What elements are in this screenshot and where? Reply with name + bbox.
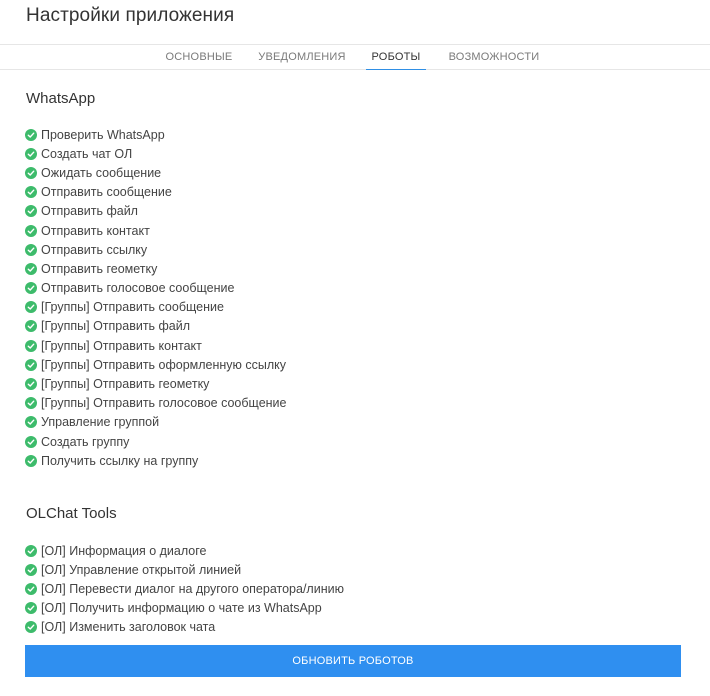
check-circle-icon — [25, 262, 37, 275]
check-circle-icon — [25, 563, 37, 576]
robot-list-item: [Группы] Отправить сообщение — [25, 298, 286, 317]
robot-label: [Группы] Отправить голосовое сообщение — [41, 396, 287, 411]
robot-label: [ОЛ] Информация о диалоге — [41, 543, 207, 558]
check-circle-icon — [25, 186, 37, 199]
robot-list-item: Ожидать сообщение — [25, 163, 286, 182]
check-circle-icon — [25, 454, 37, 467]
robot-label: [ОЛ] Получить информацию о чате из Whats… — [41, 601, 322, 616]
robot-label: [ОЛ] Управление открытой линией — [41, 562, 242, 577]
robot-list-item: [ОЛ] Изменить заголовок чата — [25, 618, 344, 637]
check-circle-icon — [25, 378, 37, 391]
check-circle-icon — [25, 282, 37, 295]
tab-notifications[interactable]: УВЕДОМЛЕНИЯ — [254, 45, 350, 70]
robot-list-item: Управление группой — [25, 413, 286, 432]
robot-label: [Группы] Отправить сообщение — [41, 300, 224, 315]
update-robots-button[interactable]: ОБНОВИТЬ РОБОТОВ — [25, 645, 681, 677]
robot-label: Отправить голосовое сообщение — [41, 281, 235, 296]
robot-label: Создать группу — [41, 434, 130, 449]
tab-robots[interactable]: РОБОТЫ — [366, 45, 426, 70]
tab-features[interactable]: ВОЗМОЖНОСТИ — [443, 45, 545, 70]
check-circle-icon — [25, 128, 37, 141]
robot-label: Проверить WhatsApp — [41, 127, 165, 142]
check-circle-icon — [25, 205, 37, 218]
check-circle-icon — [25, 339, 37, 352]
tabs-bar: ОСНОВНЫЕ УВЕДОМЛЕНИЯ РОБОТЫ ВОЗМОЖНОСТИ — [0, 44, 710, 70]
robot-list-item: Отправить геометку — [25, 259, 286, 278]
check-circle-icon — [25, 397, 37, 410]
robot-list-whatsapp: Проверить WhatsApp Создать чат ОЛ Ожидать … — [25, 125, 286, 470]
check-circle-icon — [25, 544, 37, 557]
robot-label: [Группы] Отправить файл — [41, 319, 191, 334]
robot-list-item: Отправить файл — [25, 202, 286, 221]
robot-label: [Группы] Отправить оформленную ссылку — [41, 357, 287, 372]
check-circle-icon — [25, 301, 37, 314]
check-circle-icon — [25, 147, 37, 160]
tab-general[interactable]: ОСНОВНЫЕ — [162, 45, 236, 70]
robot-list-item: [Группы] Отправить контакт — [25, 336, 286, 355]
robot-label: [Группы] Отправить контакт — [41, 338, 202, 353]
check-circle-icon — [25, 166, 37, 179]
robot-list-item: Создать группу — [25, 432, 286, 451]
check-circle-icon — [25, 358, 37, 371]
app-settings-page: Настройки приложения ОСНОВНЫЕ УВЕДОМЛЕНИ… — [0, 0, 710, 696]
robot-list-item: [ОЛ] Управление открытой линией — [25, 560, 344, 579]
robot-label: [ОЛ] Изменить заголовок чата — [41, 620, 216, 635]
robot-label: Отправить геометку — [41, 261, 158, 276]
robot-list-item: Получить ссылку на группу — [25, 451, 286, 470]
robot-list-item: [Группы] Отправить геометку — [25, 374, 286, 393]
page-title: Настройки приложения — [26, 5, 235, 26]
check-circle-icon — [25, 435, 37, 448]
check-circle-icon — [25, 582, 37, 595]
robot-list-item: [Группы] Отправить оформленную ссылку — [25, 355, 286, 374]
robot-list-item: [Группы] Отправить файл — [25, 317, 286, 336]
robot-list-item: [Группы] Отправить голосовое сообщение — [25, 394, 286, 413]
robot-list-item: [ОЛ] Перевести диалог на другого операто… — [25, 579, 344, 598]
robot-label: Отправить ссылку — [41, 242, 148, 257]
check-circle-icon — [25, 602, 37, 615]
robot-list-item: Создать чат ОЛ — [25, 144, 286, 163]
robot-label: [Группы] Отправить геометку — [41, 377, 210, 392]
robot-list-item: [ОЛ] Информация о диалоге — [25, 541, 344, 560]
robot-label: Отправить файл — [41, 204, 138, 219]
robot-label: [ОЛ] Перевести диалог на другого операто… — [41, 581, 344, 596]
check-circle-icon — [25, 416, 37, 429]
check-circle-icon — [25, 621, 37, 634]
robot-label: Ожидать сообщение — [41, 165, 162, 180]
robot-list-item: Отправить контакт — [25, 221, 286, 240]
robot-list-item: Отправить голосовое сообщение — [25, 279, 286, 298]
robot-label: Создать чат ОЛ — [41, 146, 133, 161]
robot-list-item: Проверить WhatsApp — [25, 125, 286, 144]
robot-list-item: [ОЛ] Получить информацию о чате из Whats… — [25, 599, 344, 618]
robot-label: Отправить контакт — [41, 223, 150, 238]
check-circle-icon — [25, 320, 37, 333]
section-title-whatsapp: WhatsApp — [26, 90, 96, 107]
robot-list-item: Отправить ссылку — [25, 240, 286, 259]
section-title-olchat-tools: OLChat Tools — [26, 505, 117, 522]
robot-label: Получить ссылку на группу — [41, 453, 199, 468]
robot-list-item: Отправить сообщение — [25, 183, 286, 202]
robot-label: Управление группой — [41, 415, 160, 430]
check-circle-icon — [25, 224, 37, 237]
robot-list-olchat-tools: [ОЛ] Информация о диалоге [ОЛ] Управление… — [25, 541, 344, 637]
robot-label: Отправить сообщение — [41, 185, 172, 200]
check-circle-icon — [25, 243, 37, 256]
